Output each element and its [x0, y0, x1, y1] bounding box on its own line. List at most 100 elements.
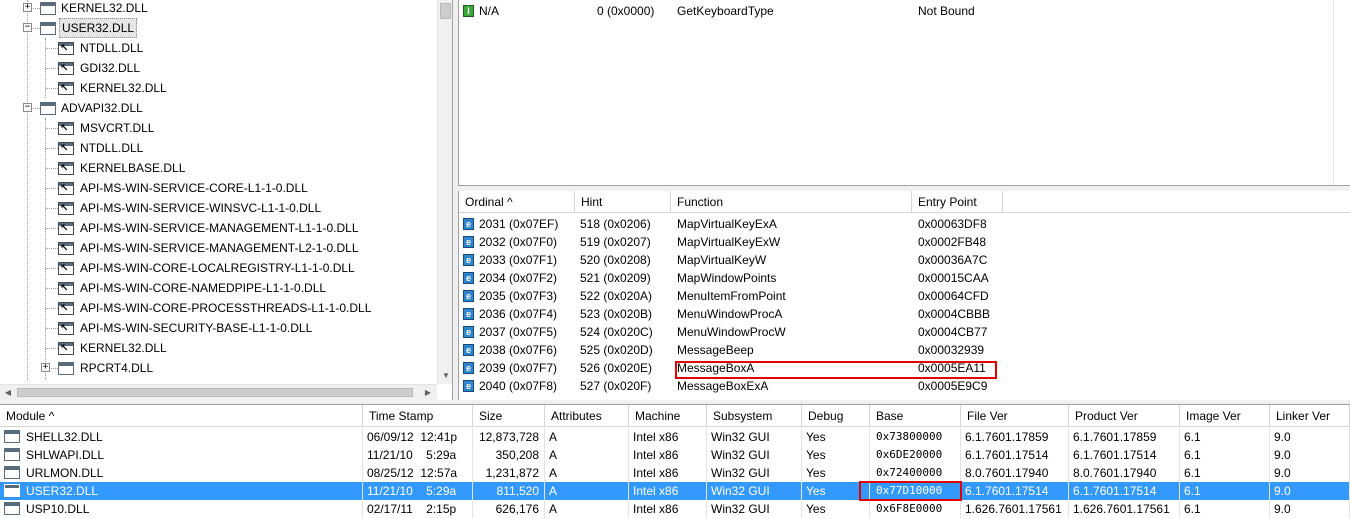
cell-text: USER32.DLL [26, 484, 99, 498]
column-header-machine[interactable]: Machine [629, 405, 707, 427]
export-row[interactable]: e 2036 (0x07F4) 523 (0x020B) MenuWindowProc… [459, 305, 1333, 323]
cell-text: 6.1 [1184, 484, 1201, 498]
tree-node-child[interactable]: NTDLL.DLL [0, 38, 437, 58]
tree-node-child[interactable]: KERNEL32.DLL [0, 78, 437, 98]
tree-node-child[interactable]: API-MS-WIN-SERVICE-WINSVC-L1-1-0.DLL [0, 198, 437, 218]
export-entry-point: 0x00032939 [918, 343, 985, 357]
column-header-module[interactable]: Module ^ [0, 405, 363, 427]
export-row[interactable]: e 2040 (0x07F8) 527 (0x020F) MessageBoxExA 0… [459, 377, 1333, 395]
tree-node-child[interactable]: KERNELBASE.DLL [0, 158, 437, 178]
scroll-thumb[interactable] [440, 3, 451, 19]
column-header-subsystem[interactable]: Subsystem [707, 405, 802, 427]
cell-text: 06/09/12 12:41p [367, 430, 458, 444]
tree-node-label: API-MS-WIN-SECURITY-BASE-L1-1-0.DLL [80, 321, 313, 335]
export-row[interactable]: e 2035 (0x07F3) 522 (0x020A) MenuItemFromPo… [459, 287, 1333, 305]
module-cell-machine: Intel x86 [629, 500, 707, 518]
export-function: MenuWindowProcW [677, 325, 786, 339]
cell-text: 6.1 [1184, 430, 1201, 444]
import-function-icon: I [463, 5, 474, 17]
cell-text: Yes [806, 484, 826, 498]
forwarded-module-icon [58, 62, 74, 75]
imports-vertical-scrollbar[interactable] [1333, 0, 1350, 185]
cell-text: 6.1.7601.17859 [965, 430, 1049, 444]
module-cell-timestamp: 11/21/10 5:29a [363, 482, 473, 500]
tree-node-child[interactable]: API-MS-WIN-CORE-NAMEDPIPE-L1-1-0.DLL [0, 278, 437, 298]
tree-node-module[interactable]: − ADVAPI32.DLL [0, 98, 437, 118]
module-cell-subsystem: Win32 GUI [707, 428, 802, 446]
scroll-right-arrow-icon[interactable]: ▶ [420, 385, 436, 400]
tree-guide-line [45, 88, 58, 89]
tree-node-child[interactable]: GDI32.DLL [0, 58, 437, 78]
column-header-hint[interactable]: Hint [575, 191, 671, 213]
cell-text: Win32 GUI [711, 484, 770, 498]
column-header-function[interactable]: Function [671, 191, 912, 213]
tree-node-module[interactable]: − USER32.DLL [0, 18, 437, 38]
export-hint: 520 (0x0208) [580, 253, 651, 267]
tree-node-child[interactable]: API-MS-WIN-CORE-PROCESSTHREADS-L1-1-0.DL… [0, 298, 437, 318]
export-ordinal: 2031 (0x07EF) [479, 217, 559, 231]
module-cell-subsystem: Win32 GUI [707, 446, 802, 464]
export-entry-point: 0x0002FB48 [918, 235, 987, 249]
module-row[interactable]: USP10.DLL 02/17/11 2:15p 626,176 A Intel x86… [0, 500, 1350, 518]
cell-text: 6.1 [1184, 502, 1201, 516]
parent-imports-list[interactable]: I N/A 0 (0x0000) GetKeyboardType Not Bou… [458, 0, 1350, 186]
column-header-linker-ver[interactable]: Linker Ver [1270, 405, 1350, 427]
exports-list[interactable]: Ordinal ^ Hint Function Entry Point e 203… [458, 191, 1350, 400]
scroll-left-arrow-icon[interactable]: ◀ [0, 385, 16, 400]
collapse-icon[interactable]: − [23, 23, 32, 32]
cell-text: 0x72400000 [876, 466, 943, 479]
column-header-file-ver[interactable]: File Ver [961, 405, 1069, 427]
column-header-debug[interactable]: Debug [802, 405, 870, 427]
column-header-product-ver[interactable]: Product Ver [1069, 405, 1180, 427]
module-dependency-tree[interactable]: + KERNEL32.DLL − USER32.DLL NTDLL.DLL GDI32.D… [0, 0, 453, 400]
cell-text: A [549, 448, 558, 462]
column-header-image-ver[interactable]: Image Ver [1180, 405, 1270, 427]
module-row[interactable]: URLMON.DLL 08/25/12 12:57a 1,231,872 A Intel… [0, 464, 1350, 482]
tree-node-child[interactable]: NTDLL.DLL [0, 138, 437, 158]
import-row[interactable]: I N/A 0 (0x0000) GetKeyboardType Not Bou… [459, 2, 1333, 20]
tree-vertical-scrollbar[interactable]: ▲ ▼ [437, 0, 452, 384]
tree-node-child[interactable]: API-MS-WIN-SECURITY-BASE-L1-1-0.DLL [0, 318, 437, 338]
tree-guide-line [45, 168, 58, 169]
export-row[interactable]: e 2033 (0x07F1) 520 (0x0208) MapVirtualKeyW… [459, 251, 1333, 269]
module-cell-debug: Yes [802, 464, 870, 482]
collapse-icon[interactable]: − [23, 103, 32, 112]
export-row[interactable]: e 2038 (0x07F6) 525 (0x020D) MessageBeep 0x0… [459, 341, 1333, 359]
tree-node-child[interactable]: + RPCRT4.DLL [0, 358, 437, 378]
cell-text: Intel x86 [633, 430, 679, 444]
tree-node-child[interactable]: KERNEL32.DLL [0, 338, 437, 358]
column-header-time-stamp[interactable]: Time Stamp [363, 405, 473, 427]
export-row[interactable]: e 2032 (0x07F0) 519 (0x0207) MapVirtualKeyE… [459, 233, 1333, 251]
scroll-down-arrow-icon[interactable]: ▼ [438, 368, 452, 384]
column-header-ordinal[interactable]: Ordinal ^ [459, 191, 575, 213]
export-ordinal: 2033 (0x07F1) [479, 253, 558, 267]
module-cell-timestamp: 06/09/12 12:41p [363, 428, 473, 446]
module-cell-timestamp: 02/17/11 2:15p [363, 500, 473, 518]
module-row[interactable]: SHLWAPI.DLL 11/21/10 5:29a 350,208 A Intel x… [0, 446, 1350, 464]
module-list[interactable]: Module ^ Time Stamp Size Attributes Mach… [0, 404, 1350, 519]
scroll-thumb[interactable] [17, 388, 413, 397]
module-row[interactable]: SHELL32.DLL 06/09/12 12:41p 12,873,728 A Int… [0, 428, 1350, 446]
column-header-entry-point[interactable]: Entry Point [912, 191, 1003, 213]
module-row[interactable]: USER32.DLL 11/21/10 5:29a 811,520 A Intel x8… [0, 482, 1350, 500]
column-header-size[interactable]: Size [473, 405, 545, 427]
column-header-attributes[interactable]: Attributes [545, 405, 629, 427]
column-header-base[interactable]: Base [870, 405, 961, 427]
tree-horizontal-scrollbar[interactable]: ◀ ▶ [0, 384, 437, 400]
tree-node-module[interactable]: + KERNEL32.DLL [0, 0, 437, 18]
tree-node-label: API-MS-WIN-CORE-PROCESSTHREADS-L1-1-0.DL… [80, 301, 372, 315]
cell-text: 6.1.7601.17514 [1073, 448, 1157, 462]
export-row[interactable]: e 2031 (0x07EF) 518 (0x0206) MapVirtualKeyE… [459, 215, 1333, 233]
tree-node-child[interactable]: API-MS-WIN-SERVICE-CORE-L1-1-0.DLL [0, 178, 437, 198]
expand-icon[interactable]: + [41, 363, 50, 372]
export-row[interactable]: e 2037 (0x07F5) 524 (0x020C) MenuWindowProc… [459, 323, 1333, 341]
tree-node-child[interactable]: MSVCRT.DLL [0, 118, 437, 138]
tree-node-child[interactable]: API-MS-WIN-SERVICE-MANAGEMENT-L2-1-0.DLL [0, 238, 437, 258]
expand-icon[interactable]: + [23, 3, 32, 12]
module-cell-subsystem: Win32 GUI [707, 500, 802, 518]
tree-node-child[interactable]: API-MS-WIN-CORE-LOCALREGISTRY-L1-1-0.DLL [0, 258, 437, 278]
tree-node-child[interactable]: API-MS-WIN-SERVICE-MANAGEMENT-L1-1-0.DLL [0, 218, 437, 238]
export-function: MenuWindowProcA [677, 307, 783, 321]
export-row[interactable]: e 2034 (0x07F2) 521 (0x0209) MapWindowPoint… [459, 269, 1333, 287]
tree-node-label: API-MS-WIN-SERVICE-CORE-L1-1-0.DLL [80, 181, 308, 195]
